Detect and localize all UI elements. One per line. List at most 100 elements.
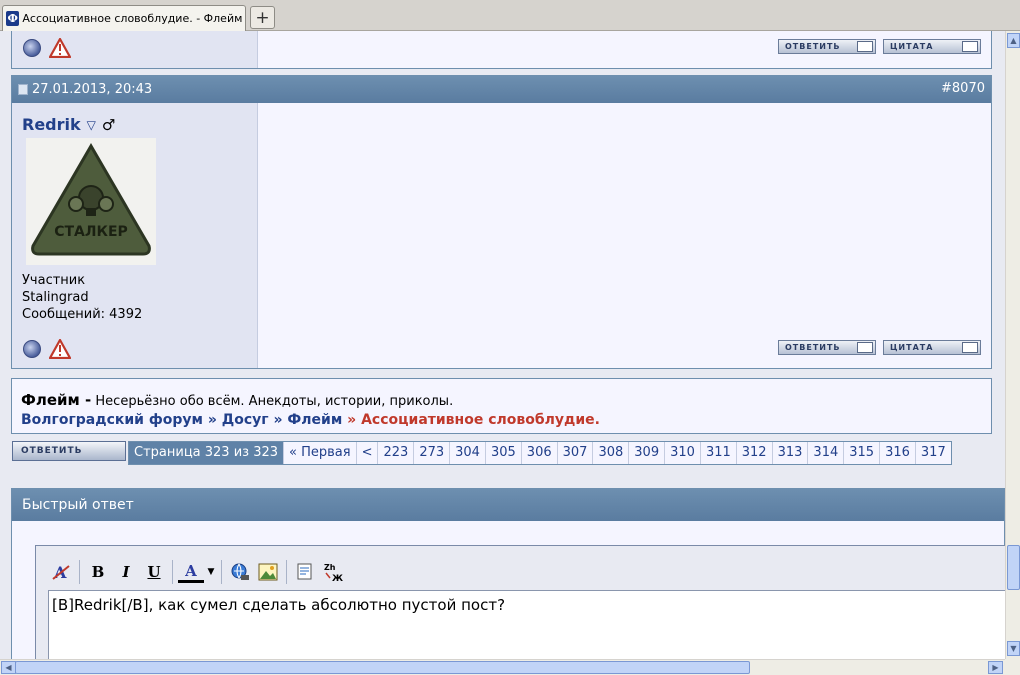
new-tab-button[interactable]: + [250, 6, 275, 29]
vertical-scrollbar[interactable]: ▲ ▼ [1005, 31, 1020, 659]
post-date: 27.01.2013, 20:43 [32, 82, 153, 97]
font-color-button[interactable]: A [178, 561, 204, 583]
breadcrumb-section[interactable]: Досуг [222, 412, 269, 428]
quote-icon [962, 41, 978, 52]
user-info: Участник Stalingrad Сообщений: 4392 [22, 272, 142, 323]
envelope-icon [857, 41, 873, 52]
reply-button[interactable]: ОТВЕТИТЬ [778, 39, 876, 54]
page-link[interactable]: 310 [664, 442, 700, 464]
insert-image-icon[interactable] [255, 559, 281, 585]
reply-thread-label: ОТВЕТИТЬ [21, 446, 83, 456]
reply-textarea[interactable]: [B]Redrik[/B], как сумел сделать абсолют… [48, 590, 1005, 659]
italic-button[interactable]: I [113, 559, 139, 585]
user-post-count: Сообщений: 4392 [22, 307, 143, 322]
scroll-right-icon[interactable]: ▶ [988, 661, 1003, 674]
reply-button[interactable]: ОТВЕТИТЬ [778, 340, 876, 355]
user-offline-icon [23, 340, 41, 358]
report-icon[interactable] [49, 38, 71, 58]
page-first[interactable]: « Первая [283, 442, 356, 464]
post-8070: 27.01.2013, 20:43 #8070 Redrik ▽ ♂ СТАЛК… [11, 75, 992, 369]
breadcrumb-separator: » [273, 412, 283, 428]
user-location: Stalingrad [22, 290, 89, 305]
scrollbar-corner [1005, 659, 1020, 675]
page-link[interactable]: 273 [413, 442, 449, 464]
post-doc-icon [18, 84, 28, 95]
scroll-up-icon[interactable]: ▲ [1007, 33, 1020, 48]
page-link[interactable]: 317 [914, 442, 951, 464]
user-rank: Участник [22, 273, 86, 288]
breadcrumb-home[interactable]: Волгоградский форум [21, 412, 203, 428]
quick-reply-panel: Быстрый ответ A B I U A ▼ [11, 488, 1005, 659]
breadcrumb-separator: » [347, 412, 357, 428]
underline-button[interactable]: U [141, 559, 167, 585]
remove-format-icon[interactable]: A [48, 559, 74, 585]
svg-text:Ж: Ж [332, 574, 343, 582]
page-link[interactable]: 312 [735, 442, 772, 464]
quote-insert-icon[interactable] [292, 559, 318, 585]
forum-description: Несерьёзно обо всём. Анекдоты, истории, … [95, 394, 454, 409]
previous-post-body: ОТВЕТИТЬ ЦИТАТА [258, 31, 991, 68]
quote-button-label: ЦИТАТА [890, 343, 934, 352]
page-link[interactable]: 311 [699, 442, 736, 464]
page-current: Страница 323 из 323 [129, 442, 284, 464]
tab-title: Ассоциативное словоблудие. - Флейм - С..… [22, 12, 245, 25]
editor-toolbar: A B I U A ▼ [48, 556, 346, 588]
page-link[interactable]: 315 [843, 442, 879, 464]
reply-button-label: ОТВЕТИТЬ [785, 343, 841, 352]
previous-post: ОТВЕТИТЬ ЦИТАТА [11, 31, 992, 69]
page-viewport: ОТВЕТИТЬ ЦИТАТА 27.01.2013, 20:43 #8070 … [0, 31, 1005, 659]
user-offline-icon [23, 39, 41, 57]
insert-link-icon[interactable] [227, 559, 253, 585]
breadcrumb-separator: » [207, 412, 217, 428]
page-link[interactable]: 304 [449, 442, 485, 464]
page-link[interactable]: 313 [771, 442, 808, 464]
male-gender-icon: ♂ [101, 115, 116, 134]
post-number[interactable]: #8070 [941, 81, 985, 96]
favicon-icon: Ф [6, 11, 20, 26]
page-link[interactable]: 223 [377, 442, 413, 464]
vertical-scroll-thumb[interactable] [1007, 545, 1020, 590]
post-userpanel: Redrik ▽ ♂ СТАЛКЕР Участник Stalingrad С… [12, 103, 258, 368]
horizontal-scroll-thumb[interactable] [15, 661, 750, 674]
envelope-icon [857, 342, 873, 353]
page-link[interactable]: 308 [592, 442, 628, 464]
avatar: СТАЛКЕР [26, 138, 156, 265]
page-link[interactable]: 314 [807, 442, 843, 464]
quote-button[interactable]: ЦИТАТА [883, 340, 981, 355]
bold-button[interactable]: B [85, 559, 111, 585]
page-link[interactable]: 309 [628, 442, 664, 464]
forum-info-box: Флейм - Несерьёзно обо всём. Анекдоты, и… [11, 378, 992, 434]
breadcrumb: Волгоградский форум » Досуг » Флейм » Ас… [21, 412, 982, 428]
reply-thread-button[interactable]: ОТВЕТИТЬ [12, 441, 126, 461]
quick-reply-title: Быстрый ответ [12, 489, 1004, 521]
forum-name: Флейм - [21, 391, 92, 409]
browser-tab[interactable]: Ф Ассоциативное словоблудие. - Флейм - С… [2, 5, 246, 31]
report-icon[interactable] [49, 339, 71, 359]
scroll-left-icon[interactable]: ◀ [1, 661, 16, 674]
page-link[interactable]: 316 [879, 442, 915, 464]
browser-tabbar: Ф Ассоциативное словоблудие. - Флейм - С… [0, 0, 1020, 31]
scroll-down-icon[interactable]: ▼ [1007, 641, 1020, 656]
breadcrumb-forum[interactable]: Флейм [287, 412, 342, 428]
quote-button[interactable]: ЦИТАТА [883, 39, 981, 54]
pagination: Страница 323 из 323 « Первая < 223 273 3… [128, 441, 952, 465]
svg-text:Zh: Zh [324, 563, 336, 572]
post-body: ОТВЕТИТЬ ЦИТАТА [258, 103, 991, 368]
post-header: 27.01.2013, 20:43 #8070 [12, 76, 991, 103]
translit-icon[interactable]: Zh Ж [320, 559, 346, 585]
page-link[interactable]: 307 [556, 442, 593, 464]
page-prev[interactable]: < [355, 442, 378, 464]
quote-button-label: ЦИТАТА [890, 42, 934, 51]
previous-post-userpanel [12, 31, 258, 68]
quote-icon [962, 342, 978, 353]
horizontal-scrollbar[interactable]: ◀ ▶ [0, 659, 1005, 675]
page-link[interactable]: 306 [520, 442, 557, 464]
reply-button-label: ОТВЕТИТЬ [785, 42, 841, 51]
breadcrumb-current: Ассоциативное словоблудие. [361, 412, 600, 428]
avatar-logo-text: СТАЛКЕР [54, 224, 128, 240]
chevron-down-icon[interactable]: ▼ [206, 559, 216, 585]
page-link[interactable]: 305 [484, 442, 521, 464]
editor: A B I U A ▼ [35, 545, 1005, 659]
user-status-icon[interactable]: ▽ [87, 118, 96, 132]
username[interactable]: Redrik [22, 115, 81, 134]
